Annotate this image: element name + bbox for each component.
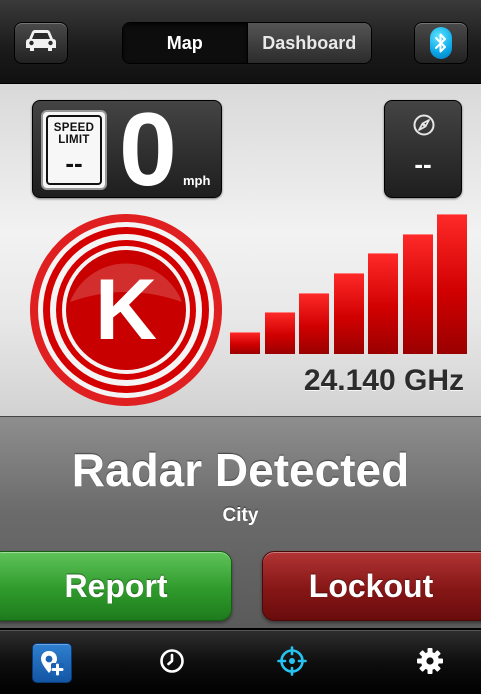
top-bar: Map Dashboard — [0, 0, 481, 84]
settings-gear-icon — [416, 647, 444, 680]
tab-dashboard[interactable]: Dashboard — [246, 23, 371, 63]
history-clock-icon — [159, 648, 185, 679]
heading-value: -- — [414, 149, 432, 179]
bluetooth-icon — [430, 27, 452, 59]
report-button[interactable]: Report — [0, 551, 232, 621]
view-segmented-control: Map Dashboard — [122, 22, 372, 64]
speed-limit-label: SPEED LIMIT — [53, 122, 95, 146]
signal-strength-bars — [230, 212, 470, 354]
signal-bar — [264, 312, 295, 354]
alert-status-area: Radar Detected City Report Lockout — [0, 416, 481, 628]
add-location-icon — [32, 643, 72, 683]
speed-limit-value: -- — [65, 148, 83, 178]
radar-panel: SPEED LIMIT -- 0 mph -- K 24.140 GHz — [0, 84, 481, 416]
speed-limit-sign: SPEED LIMIT -- — [41, 110, 107, 190]
band-letter: K — [95, 262, 157, 358]
tab-radar[interactable] — [244, 631, 340, 694]
frequency-label: 24.140 GHz — [303, 364, 464, 397]
signal-bar — [437, 214, 467, 354]
tab-map[interactable]: Map — [123, 23, 247, 63]
band-indicator: K — [30, 214, 222, 406]
speed-unit: mph — [183, 173, 211, 188]
heading-display: -- — [384, 100, 462, 198]
bluetooth-button[interactable] — [414, 22, 468, 64]
tab-history[interactable] — [124, 631, 220, 694]
current-speed: 0 — [119, 92, 177, 208]
signal-bar — [402, 233, 433, 354]
alert-mode: City — [222, 505, 259, 526]
car-icon — [23, 28, 59, 59]
compass-icon — [412, 113, 436, 142]
lockout-button[interactable]: Lockout — [262, 551, 481, 621]
speed-display: SPEED LIMIT -- 0 mph — [32, 95, 222, 205]
radar-target-icon — [277, 645, 307, 681]
tab-add-location[interactable] — [4, 631, 100, 694]
signal-bar — [333, 273, 364, 354]
car-button[interactable] — [14, 22, 68, 64]
tab-settings[interactable] — [382, 631, 478, 694]
bottom-tab-bar — [0, 630, 481, 694]
alert-title: Radar Detected — [71, 444, 410, 496]
signal-bar — [230, 332, 260, 354]
signal-bar — [299, 292, 329, 354]
signal-bar — [368, 253, 398, 354]
